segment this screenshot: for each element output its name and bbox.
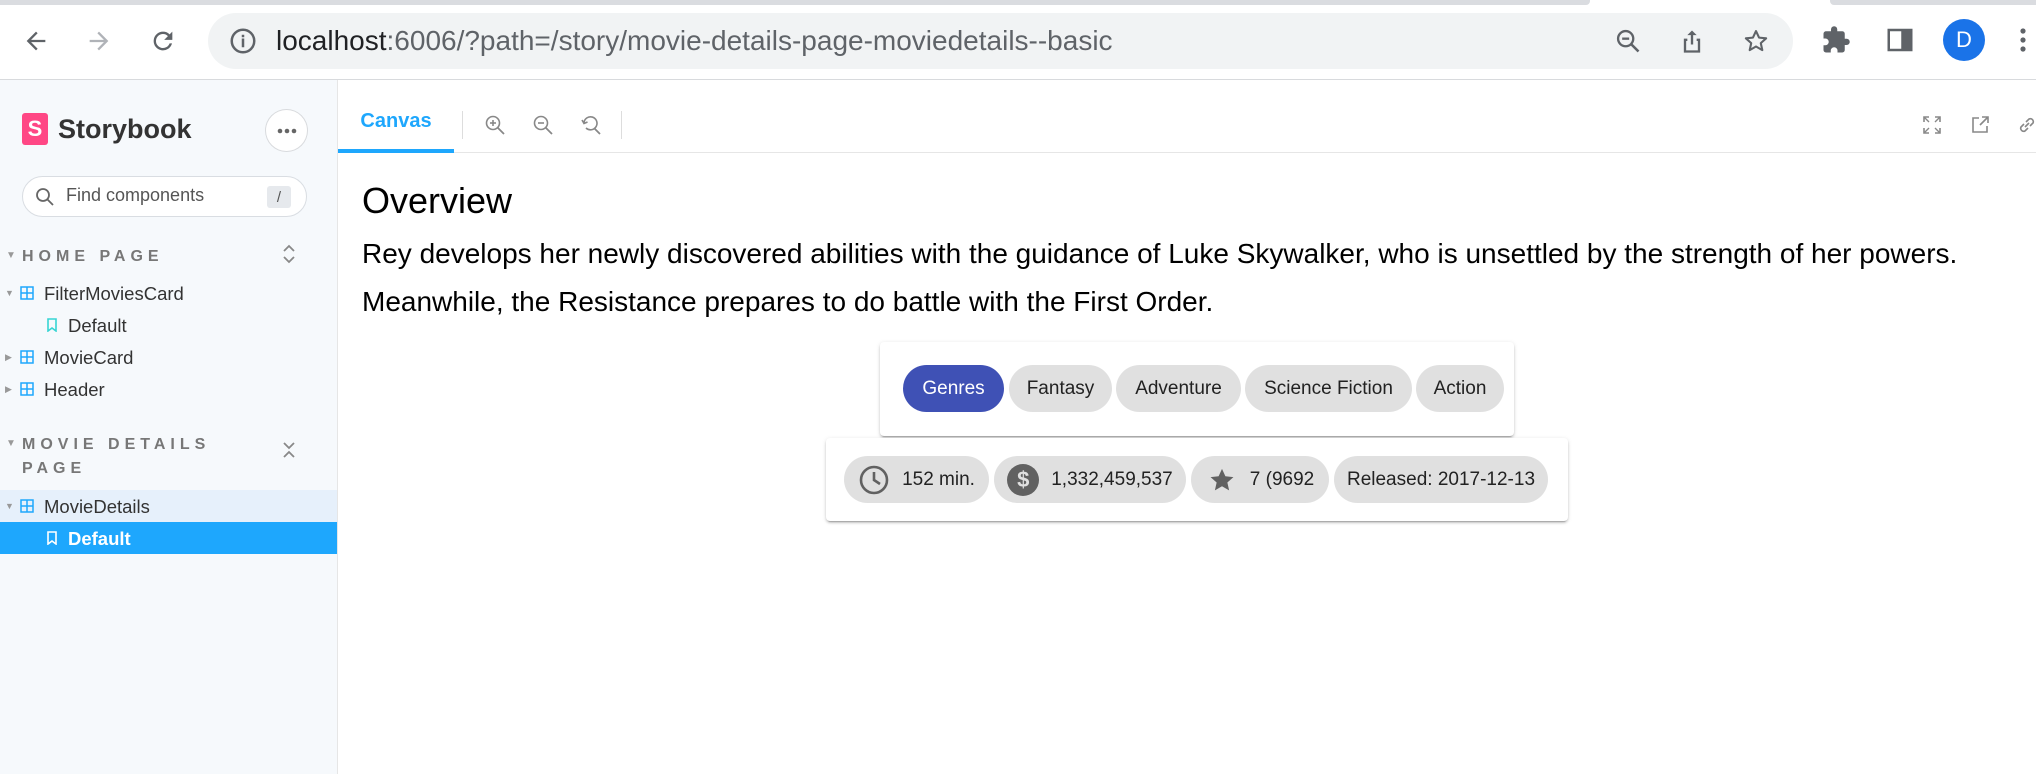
reset-zoom-icon[interactable] [577,111,605,139]
sidebar-item-header[interactable]: ▶ Header [0,373,337,405]
zoom-page-icon[interactable] [1613,26,1643,56]
component-icon [20,499,34,513]
storybook-sidebar: S Storybook / ▼ HOME PAGE ▼ FilterMovies… [0,80,337,774]
genre-chip: Science Fiction [1245,365,1412,412]
component-icon [20,350,34,364]
tab-canvas[interactable]: Canvas [338,93,454,153]
url-text: localhost:6006/?path=/story/movie-detail… [276,26,1113,56]
runtime-chip: 152 min. [844,456,989,503]
tab-strip-end [1830,0,2036,5]
ellipsis-icon [277,128,296,133]
fullscreen-icon[interactable] [1918,111,1946,139]
genres-paper: Genres Fantasy Adventure Science Fiction… [880,342,1514,436]
back-arrow-icon [26,31,46,51]
expand-collapse-icon[interactable] [282,244,296,267]
sidebar-item-label: MovieCard [44,347,134,368]
caret-down-icon: ▼ [5,501,14,511]
group-title: HOME PAGE [22,248,164,265]
caret-down-icon: ▼ [6,250,21,261]
sidebar-story-filtermoviescard-default[interactable]: Default [0,309,337,341]
sidebar-item-label: FilterMoviesCard [44,283,184,304]
star-icon [1206,464,1238,496]
runtime-value: 152 min. [902,468,975,490]
sidebar-item-label: Header [44,379,105,400]
profile-avatar[interactable]: D [1943,19,1985,61]
url-path: :6006/?path=/story/movie-details-page-mo… [386,25,1113,56]
extensions-icon[interactable] [1818,22,1854,58]
browser-toolbar: localhost:6006/?path=/story/movie-detail… [0,0,2036,80]
storybook-preview: Canvas Overview Rey develops her newly d… [337,80,2036,774]
group-title-continued: PAGE [22,460,87,477]
sidebar-story-moviedetails-default[interactable]: Default [0,522,337,554]
revenue-chip: $ 1,332,459,537 [994,456,1186,503]
storybook-logo-icon: S [22,113,48,145]
genre-chip: Adventure [1116,365,1241,412]
group-title: MOVIE DETAILS [22,436,211,453]
component-icon [20,286,34,300]
open-new-tab-icon[interactable] [1966,111,1994,139]
overview-heading: Overview [362,180,513,221]
reload-button[interactable] [140,18,186,64]
avatar-letter: D [1956,27,1972,52]
rating-value: 7 (9692 [1249,468,1315,490]
site-info-icon[interactable] [228,26,258,56]
forward-arrow-icon [89,31,109,51]
rating-chip: 7 (9692 [1191,456,1329,503]
share-icon[interactable] [1677,26,1707,56]
genres-label-chip: Genres [903,365,1004,412]
revenue-value: 1,332,459,537 [1051,468,1173,490]
genre-chip: Action [1416,365,1504,412]
component-search[interactable]: / [22,176,307,217]
zoom-out-icon[interactable] [529,111,557,139]
collapse-icon[interactable] [282,440,296,463]
caret-right-icon: ▶ [5,383,12,394]
side-panel-icon[interactable] [1882,22,1918,58]
browser-menu-icon[interactable] [2010,22,2036,58]
caret-right-icon: ▶ [5,351,12,362]
tab-strip [0,0,1590,5]
toolbar-divider [462,111,463,139]
bookmark-icon [47,531,57,545]
genre-chip: Fantasy [1009,365,1112,412]
search-input[interactable] [66,185,256,206]
toolbar-divider [621,111,622,139]
sidebar-item-label: MovieDetails [44,496,150,517]
bookmark-star-icon[interactable] [1741,26,1771,56]
component-icon [20,382,34,396]
forward-button[interactable] [76,18,122,64]
sidebar-item-moviedetails[interactable]: ▼ MovieDetails [0,490,337,522]
movie-details-paper: 152 min. $ 1,332,459,537 7 (9692 Release… [826,438,1568,521]
release-date-chip: Released: 2017-12-13 [1334,456,1548,503]
search-icon [36,188,54,206]
storybook-logo[interactable]: S Storybook [22,113,192,145]
sidebar-item-moviecard[interactable]: ▶ MovieCard [0,341,337,373]
preview-toolbar: Canvas [338,93,2036,153]
more-options-button[interactable] [266,110,307,151]
copy-link-icon[interactable] [2013,111,2036,139]
caret-down-icon: ▼ [5,288,14,298]
sidebar-story-label: Default [68,528,131,549]
back-button[interactable] [13,18,59,64]
storybook-brand: Storybook [58,113,192,144]
zoom-in-icon[interactable] [481,111,509,139]
address-bar[interactable]: localhost:6006/?path=/story/movie-detail… [208,13,1793,69]
sidebar-item-filtermoviescard[interactable]: ▼ FilterMoviesCard [0,277,337,309]
search-shortcut-key: / [267,186,291,208]
overview-text: Rey develops her newly discovered abilit… [362,238,1958,317]
bookmark-icon [47,318,57,332]
reload-icon [153,31,173,51]
clock-icon [858,464,890,496]
sidebar-story-label: Default [68,315,127,336]
caret-down-icon: ▼ [6,438,21,449]
dollar-icon: $ [1007,463,1040,496]
url-host: localhost [276,25,387,56]
